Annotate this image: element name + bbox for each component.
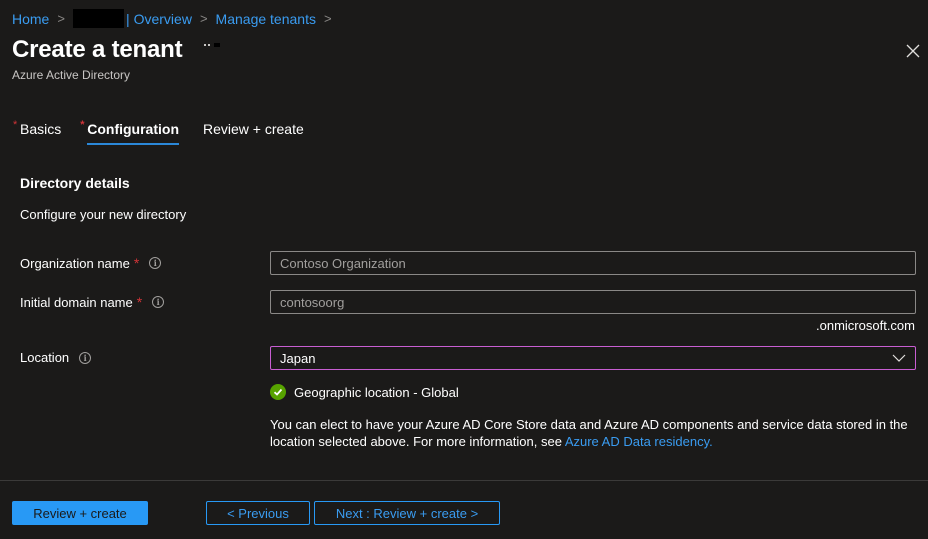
required-marker: * [136, 294, 143, 310]
domain-suffix: .onmicrosoft.com [816, 318, 915, 333]
geo-status-text: Geographic location - Global [294, 384, 459, 400]
location-label: Location i [20, 350, 92, 365]
organization-name-input[interactable]: Contoso Organization [270, 251, 916, 275]
info-icon[interactable]: i [149, 257, 162, 269]
wizard-tabs: * Basics * Configuration Review + create [12, 119, 328, 145]
location-dropdown[interactable]: Japan [270, 346, 916, 370]
next-review-create-button[interactable]: Next : Review + create > [314, 501, 500, 525]
breadcrumb-divider: | [125, 10, 130, 27]
info-icon[interactable]: i [152, 296, 165, 308]
breadcrumb-overview[interactable]: Overview [134, 11, 192, 27]
tab-label: Configuration [87, 121, 179, 137]
redacted-tenant-name [72, 9, 124, 28]
close-icon[interactable] [904, 42, 922, 60]
initial-domain-name-input[interactable]: contosoorg [270, 290, 916, 314]
page-subtitle: Azure Active Directory [12, 68, 131, 82]
data-residency-link[interactable]: Azure AD Data residency. [565, 434, 713, 449]
check-circle-icon [270, 384, 286, 400]
close-icon-glyph [906, 44, 920, 58]
previous-button[interactable]: < Previous [206, 501, 310, 525]
info-icon[interactable]: i [79, 351, 92, 364]
section-description: Configure your new directory [20, 207, 187, 222]
input-value: contosoorg [280, 294, 345, 310]
breadcrumb-manage-tenants[interactable]: Manage tenants [216, 11, 316, 27]
label-text: Location [20, 350, 70, 365]
data-residency-info: You can elect to have your Azure AD Core… [270, 416, 920, 450]
breadcrumb-separator: > [57, 11, 65, 26]
breadcrumb: Home > | Overview > Manage tenants > [12, 9, 340, 28]
redacted-mark [214, 43, 220, 47]
ellipsis-icon[interactable] [204, 43, 220, 47]
required-marker: * [133, 255, 140, 271]
label-text: Organization name [20, 255, 130, 271]
geo-location-status: Geographic location - Global [270, 384, 459, 400]
tab-configuration[interactable]: * Configuration [80, 119, 179, 145]
breadcrumb-home[interactable]: Home [12, 11, 49, 27]
page-title: Create a tenant [12, 36, 183, 63]
input-value: Contoso Organization [280, 255, 406, 271]
label-text: Initial domain name [20, 294, 133, 310]
tab-label: Review + create [203, 121, 304, 137]
review-create-button[interactable]: Review + create [12, 501, 148, 525]
checkmark-glyph [273, 388, 283, 396]
tab-review-create[interactable]: Review + create [203, 121, 304, 145]
required-marker: * [13, 119, 18, 131]
tab-basics[interactable]: * Basics [13, 119, 62, 145]
ellipsis-dot [204, 44, 206, 46]
ellipsis-dot [208, 44, 210, 46]
tab-label: Basics [20, 121, 62, 137]
required-marker: * [80, 119, 85, 131]
initial-domain-name-label: Initial domain name * i [20, 294, 165, 310]
footer-divider [0, 480, 928, 481]
chevron-down-icon [892, 354, 906, 362]
breadcrumb-separator: > [323, 11, 332, 26]
breadcrumb-separator: > [199, 11, 208, 26]
dropdown-value: Japan [280, 350, 316, 366]
section-title: Directory details [20, 175, 130, 191]
organization-name-label: Organization name * i [20, 255, 162, 271]
